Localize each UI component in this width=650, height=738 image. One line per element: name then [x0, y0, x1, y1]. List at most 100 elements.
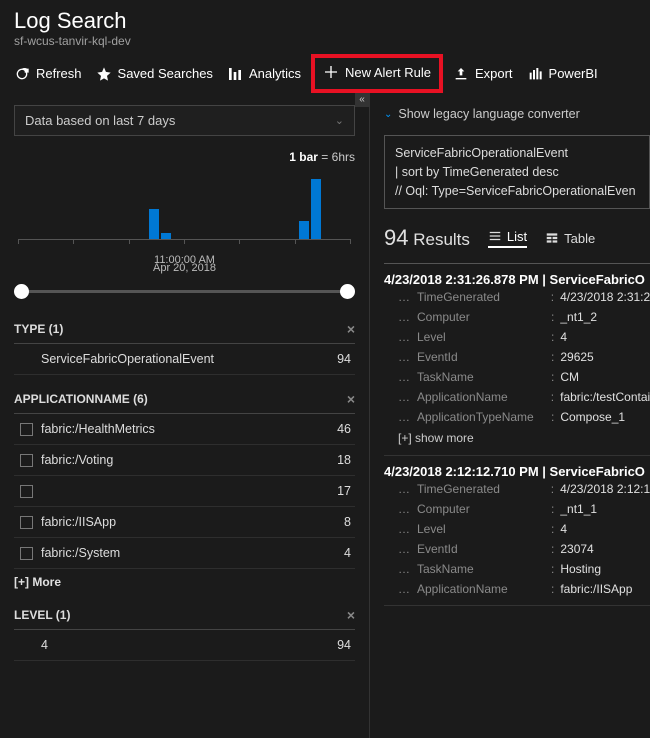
facet-row[interactable]: ServiceFabricOperationalEvent 94	[14, 344, 355, 375]
close-icon[interactable]: ×	[347, 391, 355, 407]
close-icon[interactable]: ×	[347, 321, 355, 337]
facet-count: 17	[337, 484, 355, 498]
field-key: TaskName	[417, 562, 545, 576]
facet-title: APPLICATIONNAME (6)	[14, 392, 148, 406]
histogram-chart[interactable]	[14, 168, 355, 258]
refresh-icon	[14, 66, 30, 82]
table-view-label: Table	[564, 231, 595, 246]
field-key: EventId	[417, 350, 545, 364]
query-line: ServiceFabricOperationalEvent	[395, 144, 639, 163]
field-value: 23074	[560, 542, 593, 556]
table-icon	[545, 231, 559, 245]
field-menu-icon[interactable]: …	[398, 522, 411, 536]
analytics-label: Analytics	[249, 66, 301, 81]
field-menu-icon[interactable]: …	[398, 582, 411, 596]
time-slider[interactable]	[18, 290, 351, 293]
facet-count: 4	[344, 546, 355, 560]
export-button[interactable]: Export	[453, 66, 513, 82]
field-menu-icon[interactable]: …	[398, 290, 411, 304]
analytics-button[interactable]: Analytics	[227, 66, 301, 82]
checkbox[interactable]	[20, 516, 33, 529]
facet-label: fabric:/HealthMetrics	[41, 422, 329, 436]
facet-row[interactable]: fabric:/Voting18	[14, 445, 355, 476]
saved-searches-button[interactable]: Saved Searches	[96, 66, 213, 82]
result-field: …EventId:23074	[384, 539, 650, 559]
show-more-button[interactable]: [+] show more	[384, 427, 650, 449]
refresh-button[interactable]: Refresh	[14, 66, 82, 82]
table-view-button[interactable]: Table	[545, 231, 595, 246]
result-field: …Level:4	[384, 327, 650, 347]
field-key: ApplicationTypeName	[417, 410, 545, 424]
field-value: 4/23/2018 2:31:2	[560, 290, 650, 304]
refresh-label: Refresh	[36, 66, 82, 81]
result-field: …ApplicationName:fabric:/IISApp	[384, 579, 650, 599]
chevron-down-icon: ⌄	[335, 114, 344, 127]
list-view-button[interactable]: List	[488, 229, 527, 248]
field-menu-icon[interactable]: …	[398, 542, 411, 556]
more-button[interactable]: [+] More	[14, 575, 355, 589]
result-field: …TaskName:CM	[384, 367, 650, 387]
result-field: …Computer:_nt1_1	[384, 499, 650, 519]
powerbi-label: PowerBI	[549, 66, 598, 81]
export-icon	[453, 66, 469, 82]
chevron-down-icon: ⌄	[384, 109, 392, 120]
saved-label: Saved Searches	[118, 66, 213, 81]
field-value: fabric:/IISApp	[560, 582, 632, 596]
checkbox[interactable]	[20, 423, 33, 436]
facet-row[interactable]: fabric:/System 4	[14, 538, 355, 569]
star-icon	[96, 66, 112, 82]
field-menu-icon[interactable]: …	[398, 502, 411, 516]
slider-handle-left[interactable]	[14, 284, 29, 299]
field-value: 4/23/2018 2:12:1	[560, 482, 650, 496]
field-key: TimeGenerated	[417, 482, 545, 496]
result-field: …TaskName:Hosting	[384, 559, 650, 579]
field-menu-icon[interactable]: …	[398, 482, 411, 496]
result-field: …EventId:29625	[384, 347, 650, 367]
field-value: CM	[560, 370, 579, 384]
facet-title: LEVEL (1)	[14, 608, 70, 622]
checkbox[interactable]	[20, 485, 33, 498]
checkbox[interactable]	[20, 454, 33, 467]
powerbi-button[interactable]: PowerBI	[527, 66, 598, 82]
facet-label: fabric:/System	[41, 546, 336, 560]
facet-label: ServiceFabricOperationalEvent	[41, 352, 329, 366]
result-header[interactable]: 4/23/2018 2:12:12.710 PM | ServiceFabric…	[384, 464, 650, 479]
result-header[interactable]: 4/23/2018 2:31:26.878 PM | ServiceFabric…	[384, 272, 650, 287]
field-menu-icon[interactable]: …	[398, 350, 411, 364]
query-editor[interactable]: ServiceFabricOperationalEvent | sort by …	[384, 135, 650, 209]
legacy-converter-link[interactable]: ⌄ Show legacy language converter	[384, 107, 650, 121]
field-menu-icon[interactable]: …	[398, 562, 411, 576]
slider-handle-right[interactable]	[340, 284, 355, 299]
field-menu-icon[interactable]: …	[398, 310, 411, 324]
field-menu-icon[interactable]: …	[398, 370, 411, 384]
collapse-panel-button[interactable]: «	[355, 93, 369, 107]
query-line: // Oql: Type=ServiceFabricOperationalEve…	[395, 182, 639, 201]
facet-count: 46	[337, 422, 355, 436]
field-value: 4	[560, 522, 567, 536]
facet-count: 94	[337, 352, 355, 366]
page-title: Log Search	[14, 8, 636, 34]
plus-icon	[323, 64, 339, 80]
field-key: TaskName	[417, 370, 545, 384]
new-alert-label: New Alert Rule	[345, 65, 431, 80]
close-icon[interactable]: ×	[347, 607, 355, 623]
field-key: Level	[417, 330, 545, 344]
field-menu-icon[interactable]: …	[398, 410, 411, 424]
field-value: Hosting	[560, 562, 601, 576]
result-field: …TimeGenerated:4/23/2018 2:31:2	[384, 287, 650, 307]
new-alert-highlight: New Alert Rule	[311, 54, 443, 93]
facet-row[interactable]: fabric:/IISApp8	[14, 507, 355, 538]
field-value: _nt1_2	[560, 310, 597, 324]
field-key: Computer	[417, 502, 545, 516]
checkbox[interactable]	[20, 547, 33, 560]
new-alert-rule-button[interactable]: New Alert Rule	[323, 64, 431, 80]
result-field: …Level:4	[384, 519, 650, 539]
field-menu-icon[interactable]: …	[398, 390, 411, 404]
facet-row[interactable]: 494	[14, 630, 355, 661]
field-menu-icon[interactable]: …	[398, 330, 411, 344]
facet-row[interactable]: fabric:/HealthMetrics 46	[14, 414, 355, 445]
workspace-name: sf-wcus-tanvir-kql-dev	[14, 34, 636, 48]
facet-row[interactable]: 17	[14, 476, 355, 507]
facet-title: TYPE (1)	[14, 322, 63, 336]
time-range-dropdown[interactable]: Data based on last 7 days ⌄	[14, 105, 355, 136]
